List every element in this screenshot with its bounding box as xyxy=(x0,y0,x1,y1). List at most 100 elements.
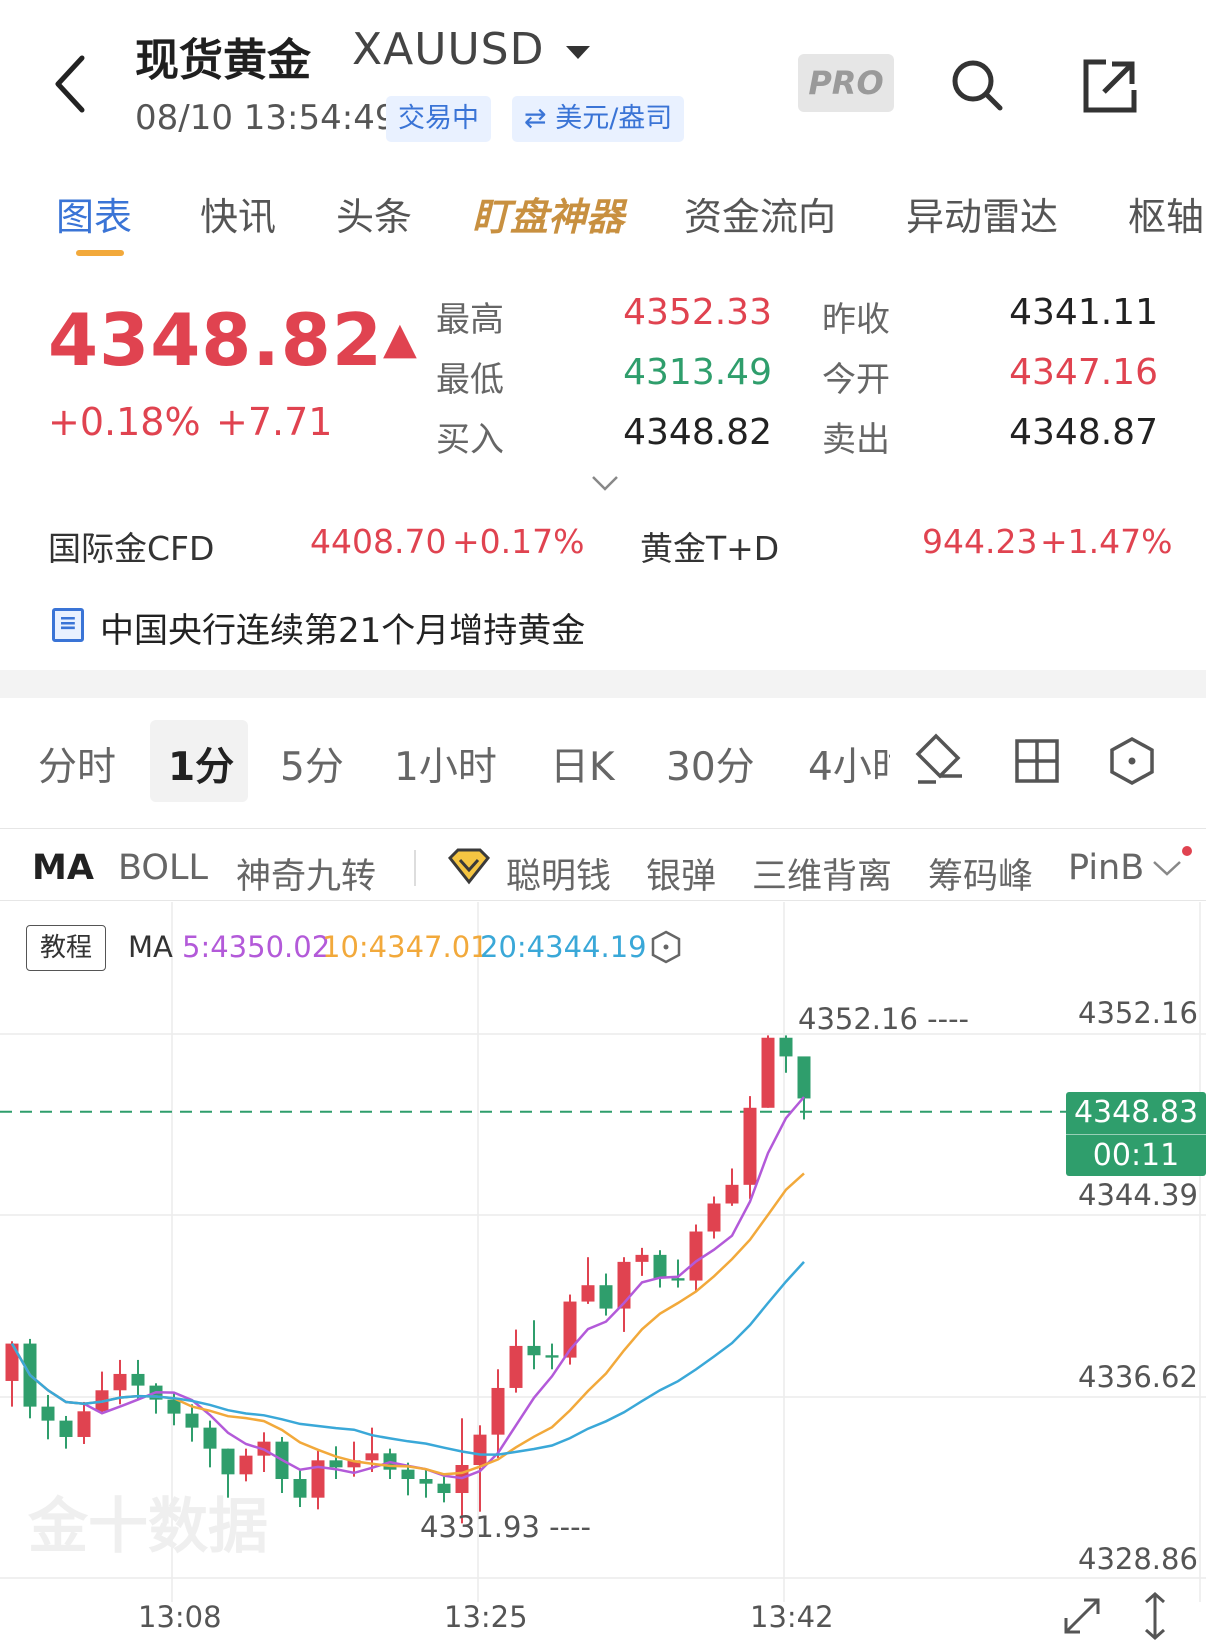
search-icon[interactable] xyxy=(950,58,1006,114)
indicator-silver-bullet[interactable]: 银弹 xyxy=(646,848,716,899)
news-icon: ≡ xyxy=(52,608,84,642)
ma5-legend: 5:4350.02 xyxy=(182,930,331,964)
indicator-pinbar[interactable]: PinB xyxy=(1068,848,1142,888)
candle-body xyxy=(419,1479,433,1484)
expand-chevron-icon[interactable] xyxy=(590,474,620,492)
current-price-tag-value: 4348.83 xyxy=(1073,1095,1199,1130)
status-badge: 交易中 xyxy=(386,96,491,142)
share-icon[interactable] xyxy=(1082,58,1138,114)
ma20-line xyxy=(10,1261,805,1456)
indicator-smart-money[interactable]: 聪明钱 xyxy=(506,848,611,899)
tab-chart[interactable]: 图表 xyxy=(56,186,132,241)
prev-close-value: 4341.11 xyxy=(1009,292,1158,333)
indicator-ma[interactable]: MA xyxy=(32,848,94,888)
candle-body xyxy=(725,1184,739,1204)
candle-body xyxy=(797,1056,811,1099)
candle-body xyxy=(59,1420,73,1437)
divider xyxy=(0,828,1206,829)
ask-label: 卖出 xyxy=(822,420,890,460)
y-axis-label: 4344.39 xyxy=(1078,1178,1198,1212)
settings-hexagon-icon[interactable] xyxy=(1108,736,1156,786)
candle-body xyxy=(581,1285,595,1302)
candle-body xyxy=(401,1469,415,1480)
news-headline[interactable]: 中国央行连续第21个月增持黄金 xyxy=(100,603,585,652)
candle-body xyxy=(365,1453,379,1461)
ma20-legend: 20:4344.19 xyxy=(480,930,647,964)
candle-body xyxy=(221,1448,235,1475)
tab-money-flow[interactable]: 资金流向 xyxy=(684,186,836,241)
ma10-legend: 10:4347.01 xyxy=(322,930,489,964)
candle-body xyxy=(707,1203,721,1232)
y-axis-label: 4352.16 xyxy=(1078,996,1198,1030)
candle-body xyxy=(761,1037,775,1108)
candle-body xyxy=(203,1427,217,1449)
indicator-boll[interactable]: BOLL xyxy=(118,848,208,888)
low-label: 最低 xyxy=(436,360,504,400)
candle-countdown: 00:11 xyxy=(1066,1134,1206,1177)
candle-body xyxy=(113,1373,127,1391)
current-price: 4348.82▲ xyxy=(48,298,418,382)
quote-datetime: 08/10 13:54:49 xyxy=(135,98,397,138)
ma-settings-icon[interactable] xyxy=(650,930,682,964)
indicator-chip-peak[interactable]: 筹码峰 xyxy=(928,848,1033,899)
tab-pivot[interactable]: 枢轴 xyxy=(1128,186,1204,241)
bid-value: 4348.82 xyxy=(623,412,772,453)
related-name-cfd[interactable]: 国际金CFD xyxy=(48,522,214,570)
open-label: 今开 xyxy=(822,360,890,400)
period-daily[interactable]: 日K xyxy=(550,736,615,792)
y-axis-label: 4328.86 xyxy=(1078,1542,1198,1576)
layout-grid-icon[interactable] xyxy=(1014,738,1060,784)
period-30min[interactable]: 30分 xyxy=(666,736,755,792)
candle-body xyxy=(131,1373,145,1386)
fullscreen-icon[interactable] xyxy=(1060,1594,1104,1638)
period-1hour[interactable]: 1小时 xyxy=(394,736,497,792)
tab-headlines[interactable]: 头条 xyxy=(336,186,412,241)
candle-body xyxy=(77,1411,91,1437)
candle-body xyxy=(635,1254,649,1262)
candle-body xyxy=(653,1254,667,1279)
tab-watch-tool[interactable]: 盯盘神器 xyxy=(472,186,624,241)
more-indicators-chevron-icon[interactable] xyxy=(1150,856,1184,880)
indicator-magic-nine[interactable]: 神奇九转 xyxy=(236,848,376,899)
up-arrow-icon: ▲ xyxy=(382,313,418,364)
period-1min[interactable]: 1分 xyxy=(168,736,234,792)
min-price-marker: 4331.93 ---- xyxy=(420,1510,591,1544)
notification-dot xyxy=(1182,846,1192,856)
ma5-line xyxy=(10,1096,805,1480)
change-absolute: +7.71 xyxy=(216,400,333,444)
candle-body xyxy=(41,1406,55,1421)
vertical-resize-icon[interactable] xyxy=(1140,1590,1170,1642)
period-tick[interactable]: 分时 xyxy=(38,736,116,792)
x-axis-label: 13:08 xyxy=(138,1600,222,1634)
divider xyxy=(0,900,1206,901)
chevron-down-icon[interactable] xyxy=(566,46,590,59)
pro-button[interactable]: PRO xyxy=(798,54,894,112)
ma10-line xyxy=(10,1172,805,1476)
candle-body xyxy=(491,1387,505,1435)
open-value: 4347.16 xyxy=(1009,352,1158,393)
candle-body xyxy=(743,1107,757,1185)
x-axis-label: 13:25 xyxy=(444,1600,528,1634)
active-tab-indicator xyxy=(76,250,124,256)
high-value: 4352.33 xyxy=(623,292,772,333)
low-value: 4313.49 xyxy=(623,352,772,393)
candle-body xyxy=(239,1455,253,1475)
ask-value: 4348.87 xyxy=(1009,412,1158,453)
currency-badge[interactable]: ⇄ 美元/盎司 xyxy=(512,96,685,142)
related-name-td[interactable]: 黄金T+D xyxy=(640,522,779,570)
candle-body xyxy=(437,1483,451,1494)
period-4hour[interactable]: 4小时 xyxy=(808,736,890,792)
indicator-3d-divergence[interactable]: 三维背离 xyxy=(752,848,892,899)
bid-label: 买入 xyxy=(436,420,504,460)
related-change-td: +1.47% xyxy=(1040,522,1173,561)
tab-anomaly-radar[interactable]: 异动雷达 xyxy=(906,186,1058,241)
tab-flash-news[interactable]: 快讯 xyxy=(200,186,276,241)
instrument-symbol[interactable]: XAUUSD xyxy=(352,24,544,75)
candle-body xyxy=(689,1231,703,1281)
draw-tool-icon[interactable] xyxy=(914,732,966,788)
ma-legend-label: MA xyxy=(128,930,173,964)
period-5min[interactable]: 5分 xyxy=(280,736,344,792)
candle-body xyxy=(293,1479,307,1498)
tutorial-button[interactable]: 教程 xyxy=(26,925,106,971)
back-arrow-icon[interactable] xyxy=(52,52,90,116)
